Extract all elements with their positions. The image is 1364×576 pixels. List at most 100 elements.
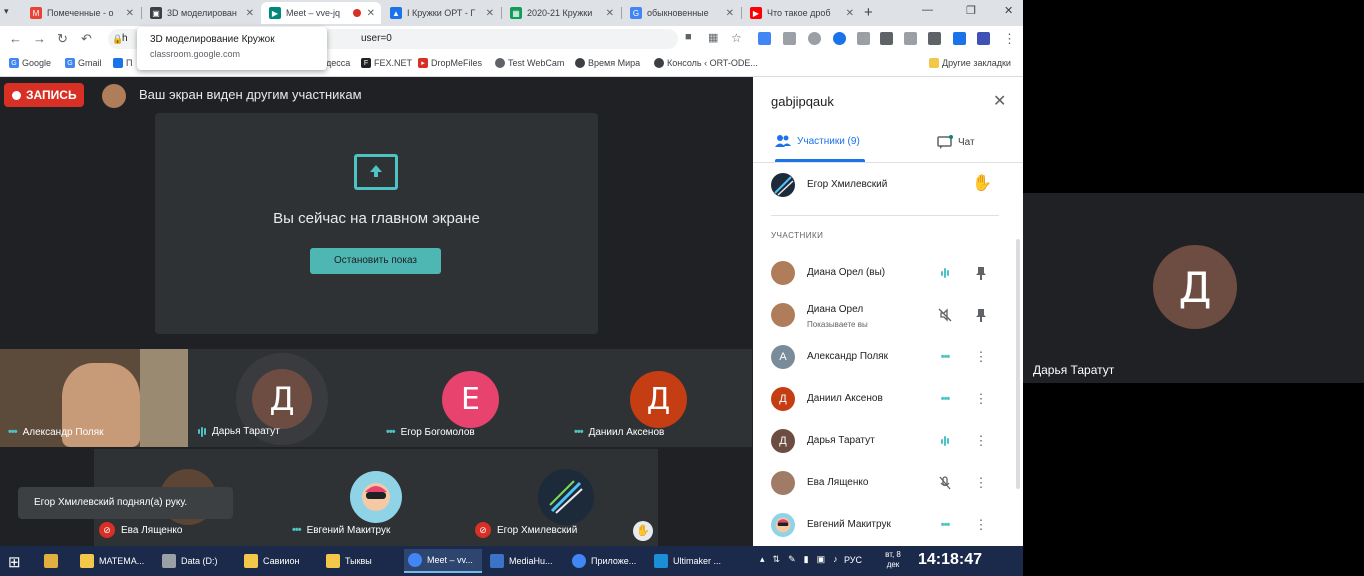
tab-close-icon[interactable]: ✕ xyxy=(726,8,734,19)
reload-icon[interactable]: ↻ xyxy=(57,31,68,47)
link-extension-icon[interactable] xyxy=(783,32,796,45)
bookmark-google[interactable]: G Google xyxy=(9,58,51,68)
taskbar-item-active[interactable]: Meet – vv... xyxy=(404,549,482,573)
participant-tile[interactable]: Д Дарья Таратут xyxy=(188,349,376,447)
crop-extension-icon[interactable] xyxy=(904,32,917,45)
panel-scrollbar[interactable] xyxy=(1016,239,1020,489)
folder-icon xyxy=(244,554,258,568)
more-options-icon[interactable]: ⋮ xyxy=(974,433,988,449)
forward-icon[interactable]: → xyxy=(33,31,46,46)
puzzle-extension-icon[interactable] xyxy=(880,32,893,45)
camera-icon[interactable]: ■ xyxy=(685,31,692,43)
lock-icon: 🔒 xyxy=(112,34,124,44)
windows-start-icon[interactable]: ⊞ xyxy=(8,553,21,571)
tab-close-icon[interactable]: ✕ xyxy=(606,8,614,19)
bookmark-testwebcam[interactable]: Test WebCam xyxy=(495,58,564,68)
pin-icon[interactable] xyxy=(974,265,988,281)
participant-row[interactable]: А Александр Поляк ••• ⋮ xyxy=(771,344,1003,370)
date-display[interactable]: вт, 8 дек xyxy=(879,550,907,570)
participant-row[interactable]: Д Дарья Таратут ⋮ xyxy=(771,428,1003,454)
taskbar-item[interactable]: MediaHu... xyxy=(486,549,564,573)
participant-video-background xyxy=(140,349,188,447)
tab-close-icon[interactable]: ✕ xyxy=(846,8,854,19)
tab-drive[interactable]: ▲ I Кружки ОРТ - Г ✕ xyxy=(382,2,500,24)
new-tab-button[interactable]: + xyxy=(864,4,873,21)
tab-meet[interactable]: ▶ Meet – vve-jq ✕ xyxy=(261,2,381,24)
tab-participants[interactable]: Участники (9) xyxy=(775,135,860,147)
record-extension-icon[interactable] xyxy=(833,32,846,45)
bookmark-gmail[interactable]: G Gmail xyxy=(65,58,102,68)
network-icon[interactable]: ⇅ xyxy=(773,554,781,565)
bookmark-dropmefiles[interactable]: ▸ DropMeFiles xyxy=(418,58,482,68)
maximize-icon[interactable]: ❐ xyxy=(966,4,976,17)
participant-row[interactable]: Евгений Макитрук ••• ⋮ xyxy=(771,512,1003,538)
pinned-participant-tile[interactable]: Д Дарья Таратут xyxy=(1023,193,1364,383)
bookmark-console[interactable]: Консоль ‹ ORT-ODE... xyxy=(654,58,758,68)
tab-close-icon[interactable]: ✕ xyxy=(486,8,494,19)
shield-extension-icon[interactable] xyxy=(808,32,821,45)
more-options-icon[interactable]: ⋮ xyxy=(974,349,988,365)
participant-tile[interactable]: ••• Евгений Макитрук xyxy=(282,449,470,546)
close-panel-icon[interactable]: ✕ xyxy=(993,91,1006,111)
tray-arrow-icon[interactable]: ▴ xyxy=(760,554,765,565)
participant-tile[interactable]: ••• Александр Поляк xyxy=(0,349,188,447)
translate-extension-icon[interactable] xyxy=(758,32,771,45)
stop-presenting-button[interactable]: Остановить показ xyxy=(310,248,441,274)
back-icon[interactable]: ← xyxy=(9,31,22,46)
copy-extension-icon[interactable] xyxy=(857,32,870,45)
tab-youtube[interactable]: ▶ Что такое дроб ✕ xyxy=(742,2,860,24)
minimize-icon[interactable]: — xyxy=(922,4,933,16)
recording-button[interactable]: ЗАПИСЬ xyxy=(4,83,84,107)
participant-tile[interactable]: ⊘ Егор Хмилевский xyxy=(470,449,658,546)
tab-google-search[interactable]: G обыкновенные ✕ xyxy=(622,2,740,24)
volume-icon[interactable]: ♪ xyxy=(833,554,838,565)
pen-icon[interactable]: ✎ xyxy=(788,554,796,565)
bookmark-odessa[interactable]: десса xyxy=(326,58,350,68)
language-indicator[interactable]: РУС xyxy=(844,555,862,565)
bookmark-p[interactable]: П xyxy=(113,58,132,68)
bookmark-fexnet[interactable]: F FEX.NET xyxy=(361,58,412,68)
participant-tile[interactable]: Е ••• Егор Богомолов xyxy=(376,349,564,447)
battery-icon[interactable]: ▮ xyxy=(804,554,809,565)
app-tray-icon[interactable]: ▣ xyxy=(817,554,826,565)
tab-close-icon[interactable]: ✕ xyxy=(246,8,254,19)
more-options-icon[interactable]: ⋮ xyxy=(974,475,988,491)
close-window-icon[interactable]: ✕ xyxy=(1004,4,1013,17)
participant-row[interactable]: Диана Орел Показываете вы xyxy=(771,302,1003,329)
download-extension-icon[interactable] xyxy=(953,32,966,45)
more-options-icon[interactable]: ⋮ xyxy=(974,391,988,407)
browser-menu-icon[interactable]: ⋮ xyxy=(1003,31,1016,47)
taskbar-item[interactable]: Савиион xyxy=(240,549,318,573)
taskbar-item[interactable]: Приложе... xyxy=(568,549,646,573)
bookmark-other-folder[interactable]: Другие закладки xyxy=(929,58,1011,68)
tab-search-icon[interactable]: ▾ xyxy=(4,6,9,17)
pin-icon[interactable] xyxy=(974,307,988,323)
tab-gmail[interactable]: M Помеченные - о ✕ xyxy=(22,2,140,24)
qr-code-icon[interactable]: ▦ xyxy=(708,31,718,44)
meet-extension-icon[interactable] xyxy=(977,32,990,45)
participant-tile[interactable]: Д ••• Даниил Аксенов xyxy=(564,349,752,447)
taskbar-item[interactable]: Data (D:) xyxy=(158,549,236,573)
more-options-icon[interactable]: ⋮ xyxy=(974,517,988,533)
taskbar-item[interactable]: Тыквы xyxy=(322,549,400,573)
tab-close-icon[interactable]: ✕ xyxy=(126,8,134,19)
taskbar-item[interactable]: Ultimaker ... xyxy=(650,549,728,573)
participant-row[interactable]: Ева Лященко ⋮ xyxy=(771,470,1003,496)
taskbar-item[interactable]: МАТЕМА... xyxy=(76,549,154,573)
undo-icon[interactable]: ↶ xyxy=(81,31,92,47)
ultimaker-icon xyxy=(654,554,668,568)
clock[interactable]: 14:18:47 xyxy=(918,551,982,569)
participant-row[interactable]: Диана Орел (вы) xyxy=(771,260,1003,286)
tab-classroom[interactable]: ▣ 3D моделирован ✕ xyxy=(142,2,260,24)
tab-chat[interactable]: Чат xyxy=(937,135,975,149)
taskbar-item[interactable] xyxy=(40,549,70,573)
speaking-dots-icon: ••• xyxy=(292,524,302,536)
raised-hand-icon[interactable]: ✋ xyxy=(972,173,992,193)
bookmark-star-icon[interactable]: ☆ xyxy=(731,31,742,45)
bookmark-world-time[interactable]: Время Мира xyxy=(575,58,640,68)
tab-close-icon[interactable]: ✕ xyxy=(367,8,375,19)
tab-sheets[interactable]: ▦ 2020-21 Кружки ✕ xyxy=(502,2,620,24)
raised-hand-row[interactable]: Егор Хмилевский ✋ xyxy=(771,173,1001,197)
speaker-icon[interactable] xyxy=(928,32,941,45)
participant-row[interactable]: Д Даниил Аксенов ••• ⋮ xyxy=(771,386,1003,412)
